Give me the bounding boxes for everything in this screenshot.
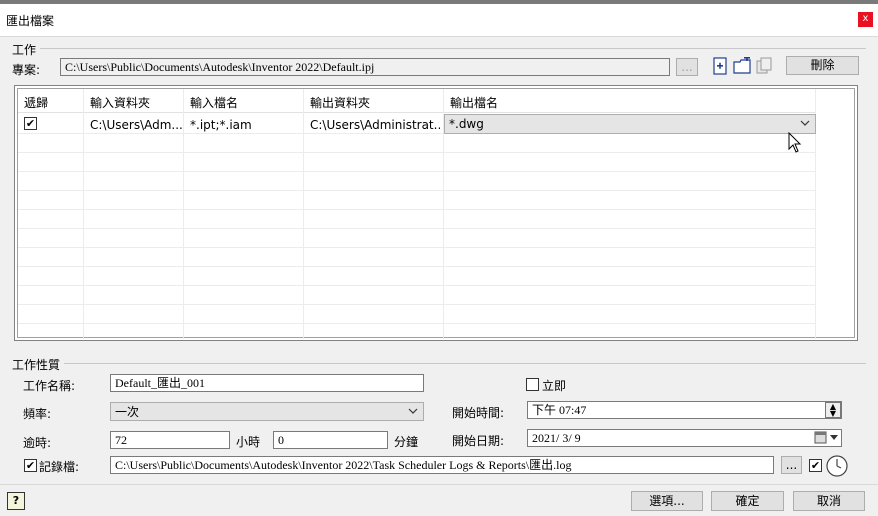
start-time-input[interactable]: 下午 07:47 (527, 401, 842, 419)
header-recursive[interactable]: 遞歸 (18, 89, 84, 113)
grid-row-line (18, 247, 816, 248)
immediate-checkbox[interactable] (526, 378, 539, 391)
time-spinner[interactable]: ▲ ▼ (825, 402, 841, 418)
grid-col-line (303, 89, 304, 339)
properties-group-label: 工作性質 (12, 358, 61, 372)
grid-row-line (18, 171, 816, 172)
new-document-icon (713, 57, 727, 75)
options-button[interactable]: 選項... (631, 491, 703, 511)
title-separator (0, 36, 878, 37)
project-label: 專案: (12, 63, 41, 77)
project-path-field[interactable]: C:\Users\Public\Documents\Autodesk\Inven… (60, 58, 670, 76)
add-task-button[interactable] (711, 57, 729, 75)
grid-row-line (18, 190, 816, 191)
task-group-label: 工作 (12, 43, 37, 57)
grid-row-line (18, 209, 816, 210)
properties-group-border (64, 363, 866, 364)
task-group-border (40, 48, 866, 49)
cell-output-folder[interactable]: C:\Users\Administrat... (310, 118, 442, 132)
close-button[interactable]: x (858, 12, 873, 27)
cell-input-folder[interactable]: C:\Users\Adm... (90, 118, 182, 132)
log-file-checkbox[interactable]: ✔ (24, 459, 37, 472)
grid-row-line (18, 152, 816, 153)
copy-task-button[interactable] (755, 57, 773, 75)
ok-button[interactable]: 確定 (711, 491, 784, 511)
grid-inner: 遞歸 輸入資料夾 輸入檔名 輸出資料夾 輸出檔名 ✔ C:\Users\Adm.… (17, 88, 855, 339)
clock-icon[interactable] (825, 454, 849, 481)
header-output-folder[interactable]: 輸出資料夾 (304, 89, 444, 113)
help-button[interactable]: ? (7, 492, 25, 510)
frequency-value: 一次 (115, 405, 140, 419)
hours-label: 小時 (236, 435, 261, 449)
task-grid[interactable]: 遞歸 輸入資料夾 輸入檔名 輸出資料夾 輸出檔名 ✔ C:\Users\Adm.… (14, 85, 858, 341)
project-browse-button[interactable]: ... (676, 58, 698, 76)
timeout-label: 逾時: (23, 436, 52, 450)
grid-col-line (83, 89, 84, 339)
title-bar (0, 0, 878, 36)
grid-row-line (18, 304, 816, 305)
cell-input-name[interactable]: *.ipt;*.iam (190, 118, 302, 132)
frequency-label: 頻率: (23, 407, 52, 421)
grid-row-line (18, 228, 816, 229)
hours-input[interactable]: 72 (110, 431, 230, 449)
task-name-input[interactable]: Default_匯出_001 (110, 374, 424, 392)
immediate-label: 立即 (542, 379, 567, 393)
header-input-folder[interactable]: 輸入資料夾 (84, 89, 184, 113)
start-date-label: 開始日期: (452, 434, 505, 448)
output-name-value: *.dwg (449, 117, 484, 131)
footer-separator (0, 484, 878, 485)
start-date-input[interactable]: 2021/ 3/ 9 (527, 429, 842, 447)
add-folder-button[interactable] (733, 55, 751, 75)
output-name-dropdown[interactable]: *.dwg (444, 114, 816, 134)
window-title: 匯出檔案 (6, 14, 55, 28)
cancel-button[interactable]: 取消 (793, 491, 865, 511)
log-browse-button[interactable]: ... (781, 456, 802, 474)
minutes-label: 分鐘 (394, 435, 419, 449)
minutes-input[interactable]: 0 (273, 431, 388, 449)
help-icon: ? (12, 494, 20, 507)
copy-icon (756, 57, 772, 74)
log-file-label: 記錄檔: (39, 460, 80, 474)
start-time-label: 開始時間: (452, 406, 505, 420)
frequency-dropdown[interactable]: 一次 (110, 402, 424, 421)
task-name-label: 工作名稱: (23, 379, 76, 393)
grid-row-line (18, 266, 816, 267)
grid-row-line (18, 323, 816, 324)
grid-row-line (18, 285, 816, 286)
log-timestamp-checkbox[interactable]: ✔ (809, 459, 822, 472)
new-folder-icon (733, 55, 751, 74)
chevron-down-icon[interactable] (407, 403, 419, 423)
log-file-path-input[interactable]: C:\Users\Public\Documents\Autodesk\Inven… (110, 456, 774, 474)
recursive-checkbox[interactable]: ✔ (24, 117, 37, 130)
grid-col-line (183, 89, 184, 339)
delete-button[interactable]: 刪除 (786, 56, 859, 75)
mouse-cursor-icon (788, 131, 802, 157)
header-input-name[interactable]: 輸入檔名 (184, 89, 304, 113)
calendar-dropdown-icon[interactable] (814, 431, 840, 448)
header-output-name[interactable]: 輸出檔名 (444, 89, 816, 113)
